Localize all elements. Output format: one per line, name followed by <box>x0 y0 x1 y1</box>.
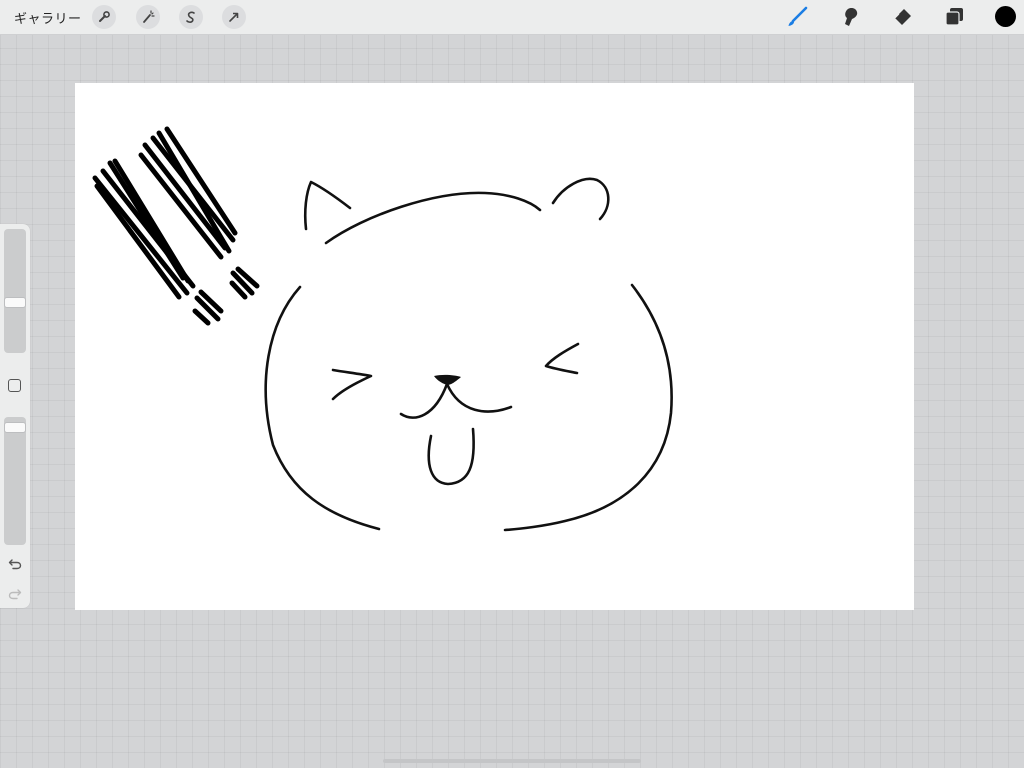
drawing-canvas[interactable] <box>75 83 914 610</box>
magic-wand-icon <box>143 10 155 23</box>
undo-button[interactable] <box>7 556 23 572</box>
top-toolbar: ギャラリー <box>0 0 1024 35</box>
opacity-thumb[interactable] <box>4 421 26 433</box>
opacity-slider[interactable] <box>4 417 26 545</box>
color-picker-button[interactable] <box>995 6 1016 27</box>
brush-icon <box>788 6 808 26</box>
home-indicator <box>383 759 641 763</box>
selection-button[interactable] <box>179 5 203 29</box>
layers-icon <box>945 8 963 26</box>
actions-button[interactable] <box>92 5 116 29</box>
brush-size-slider[interactable] <box>4 229 26 353</box>
redo-button[interactable] <box>7 586 23 602</box>
cat-drawing <box>92 126 673 532</box>
selection-s-icon <box>186 11 195 23</box>
wrench-icon <box>99 11 110 22</box>
adjustments-button[interactable] <box>136 5 160 29</box>
paint-button[interactable] <box>784 5 810 29</box>
transform-arrow-icon <box>229 12 239 22</box>
eraser-icon <box>894 9 911 25</box>
layers-button[interactable] <box>941 5 967 29</box>
smudge-button[interactable] <box>836 5 862 29</box>
modify-square-icon[interactable] <box>8 379 21 392</box>
gallery-button[interactable]: ギャラリー <box>14 8 82 27</box>
erase-button[interactable] <box>889 5 915 29</box>
smudge-icon <box>845 8 858 26</box>
transform-button[interactable] <box>222 5 246 29</box>
redo-icon <box>8 589 22 600</box>
undo-icon <box>8 559 22 570</box>
left-sidebar <box>0 224 30 608</box>
brush-size-thumb[interactable] <box>4 296 26 308</box>
